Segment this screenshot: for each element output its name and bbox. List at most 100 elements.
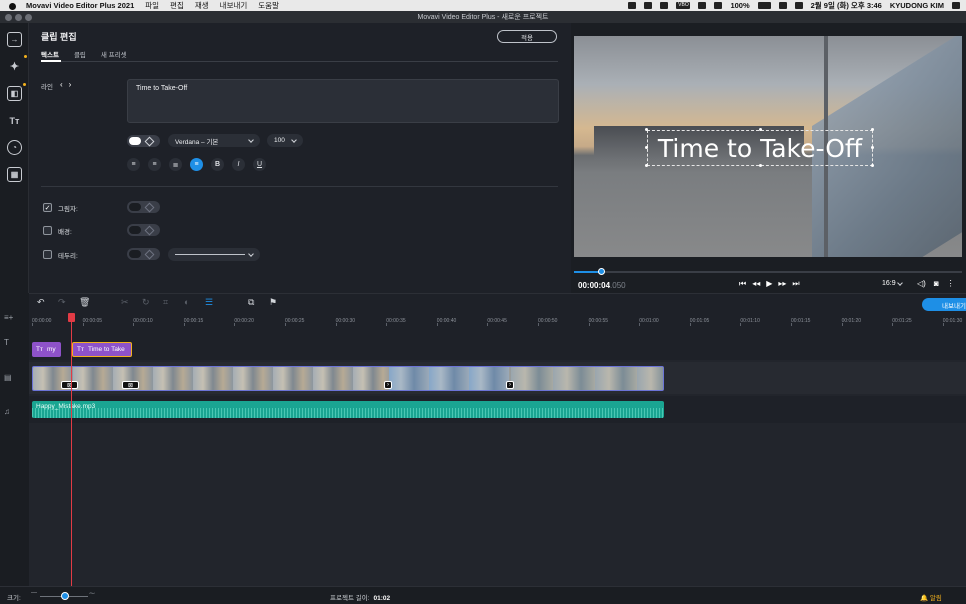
- camera-icon[interactable]: ◙: [934, 279, 939, 288]
- video-clip[interactable]: ⊠ ⊠ › ›: [32, 366, 664, 391]
- menu-edit[interactable]: 편집: [170, 0, 184, 11]
- tab-text[interactable]: 텍스트: [41, 49, 59, 59]
- align-justify-button[interactable]: ≣: [169, 158, 182, 171]
- border-checkbox[interactable]: [43, 250, 52, 259]
- playback-scrubber[interactable]: [574, 271, 962, 273]
- redo-icon[interactable]: ↷: [58, 297, 66, 308]
- chevron-left-icon[interactable]: ‹: [60, 80, 69, 89]
- apple-icon[interactable]: [8, 1, 18, 10]
- delete-icon[interactable]: 🗑: [79, 297, 90, 308]
- playhead-line[interactable]: [71, 316, 72, 586]
- close-window-button[interactable]: [5, 14, 12, 21]
- resize-handle[interactable]: [871, 128, 874, 131]
- text-color-picker[interactable]: [127, 135, 160, 147]
- search-icon[interactable]: [778, 2, 787, 9]
- playhead-handle[interactable]: [68, 313, 75, 322]
- zoom-out-icon[interactable]: —: [31, 590, 37, 596]
- stickers-button[interactable]: ◔: [7, 140, 22, 155]
- step-back-icon[interactable]: ◂◂: [752, 279, 760, 289]
- marker-flag-icon[interactable]: ⚑: [269, 297, 277, 308]
- resize-handle[interactable]: [645, 128, 648, 131]
- video-clip-segment[interactable]: [389, 367, 509, 390]
- transition-marker[interactable]: ›: [506, 381, 514, 389]
- title-text-input[interactable]: Time to Take-Off: [127, 79, 559, 123]
- resize-handle[interactable]: [645, 146, 648, 149]
- minimize-window-button[interactable]: [15, 14, 22, 21]
- chevron-right-icon[interactable]: ›: [69, 80, 78, 89]
- menu-help[interactable]: 도움말: [258, 0, 279, 11]
- user-name[interactable]: KYUDONG KIM: [890, 1, 944, 10]
- more-tools-button[interactable]: ▦: [7, 167, 22, 182]
- cut-icon[interactable]: ✂: [121, 297, 129, 308]
- zoom-in-icon[interactable]: ⁓: [89, 590, 95, 597]
- crop-icon[interactable]: ⌗: [163, 297, 168, 308]
- skip-end-icon[interactable]: ⏭: [792, 279, 799, 289]
- checkbox-icon[interactable]: [660, 2, 669, 9]
- resize-handle[interactable]: [871, 164, 874, 167]
- video-preview[interactable]: Time to Take-Off: [574, 36, 962, 257]
- step-forward-icon[interactable]: ▸▸: [778, 279, 786, 289]
- menu-export[interactable]: 내보내기: [220, 0, 248, 11]
- add-track-icon[interactable]: ≡+: [4, 313, 13, 322]
- battery-icon[interactable]: [757, 2, 771, 9]
- rotate-icon[interactable]: ↻: [142, 297, 150, 308]
- transition-marker[interactable]: ⊠: [61, 381, 78, 389]
- title-overlay-text[interactable]: Time to Take-Off: [647, 130, 873, 166]
- align-right-button[interactable]: ≡: [148, 158, 161, 171]
- resize-handle[interactable]: [759, 128, 762, 131]
- export-button[interactable]: 내보내기: [922, 298, 966, 311]
- menu-app-name[interactable]: Movavi Video Editor Plus 2021: [26, 1, 134, 10]
- control-center-icon[interactable]: [794, 2, 803, 9]
- title-clip[interactable]: Tт my: [32, 342, 61, 357]
- apply-button[interactable]: 적용: [497, 30, 557, 43]
- overlay-icon[interactable]: ⧉: [248, 297, 254, 308]
- align-center-button[interactable]: ≡: [190, 158, 203, 171]
- audio-clip[interactable]: Happy_Mistake.mp3: [32, 401, 664, 418]
- menu-list-icon[interactable]: [952, 2, 960, 9]
- bold-button[interactable]: B: [211, 158, 224, 171]
- tab-new-preset[interactable]: 새 프리셋: [101, 49, 127, 59]
- resize-handle[interactable]: [871, 146, 874, 149]
- notifications-button[interactable]: 🔔 알림: [920, 592, 942, 602]
- titles-button[interactable]: Tт: [7, 113, 22, 128]
- transitions-button[interactable]: ◧: [7, 83, 26, 101]
- shield-icon[interactable]: [644, 2, 653, 9]
- zoom-slider-handle[interactable]: [61, 592, 69, 600]
- clip-properties-icon[interactable]: ☰: [205, 297, 213, 308]
- tab-clip[interactable]: 클립: [74, 49, 86, 59]
- background-checkbox[interactable]: [43, 226, 52, 235]
- menu-file[interactable]: 파일: [145, 0, 159, 11]
- underline-button[interactable]: U: [253, 158, 266, 171]
- video-clip-segment[interactable]: [511, 367, 663, 390]
- text-track[interactable]: [29, 326, 966, 360]
- scrubber-handle[interactable]: [598, 268, 605, 275]
- title-clip-selected[interactable]: Tт Time to Take: [72, 342, 132, 357]
- import-files-button[interactable]: →: [7, 32, 22, 47]
- skip-start-icon[interactable]: ⏮: [739, 279, 746, 289]
- vbo-badge[interactable]: VBO: [676, 2, 691, 9]
- undo-icon[interactable]: ↶: [37, 297, 45, 308]
- transition-marker[interactable]: ›: [384, 381, 392, 389]
- dropbox-icon[interactable]: [628, 2, 637, 9]
- align-left-button[interactable]: ≡: [127, 158, 140, 171]
- filters-button[interactable]: ✦: [7, 55, 27, 74]
- zoom-window-button[interactable]: [25, 14, 32, 21]
- play-icon[interactable]: ▶: [766, 279, 772, 289]
- shadow-color-picker[interactable]: [127, 201, 160, 213]
- font-family-select[interactable]: Verdana – 기본: [168, 134, 260, 147]
- volume-icon[interactable]: ◁): [917, 279, 926, 288]
- transition-marker[interactable]: ⊠: [122, 381, 139, 389]
- resize-handle[interactable]: [759, 164, 762, 167]
- background-color-picker[interactable]: [127, 224, 160, 236]
- clock[interactable]: 2월 9일 (화) 오후 3:46: [811, 0, 882, 11]
- wifi-icon[interactable]: [714, 2, 723, 9]
- italic-button[interactable]: I: [232, 158, 245, 171]
- color-adjust-icon[interactable]: ◐: [184, 297, 189, 307]
- aspect-ratio-select[interactable]: 16:9: [882, 280, 903, 287]
- shadow-checkbox[interactable]: ✓: [43, 203, 52, 212]
- menu-play[interactable]: 재생: [195, 0, 209, 11]
- font-size-select[interactable]: 100: [267, 134, 303, 147]
- resize-handle[interactable]: [645, 164, 648, 167]
- moon-icon[interactable]: [698, 2, 707, 9]
- border-width-select[interactable]: [168, 248, 260, 261]
